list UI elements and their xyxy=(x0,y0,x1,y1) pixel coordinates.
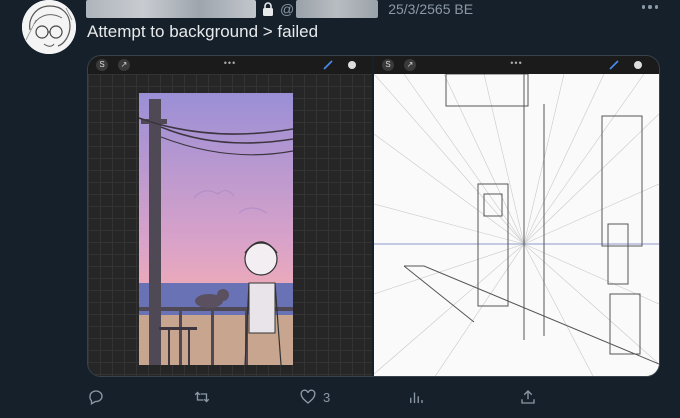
app-toolbar-right: S ↗ ••• xyxy=(374,56,659,74)
avatar-sketch-image xyxy=(22,0,76,54)
avatar[interactable] xyxy=(22,0,76,54)
cursor-icon: ↗ xyxy=(404,59,416,71)
analytics-icon xyxy=(410,392,423,403)
media-attachment[interactable]: S ↗ ••• S ↗ ••• xyxy=(87,55,660,377)
like-button[interactable]: 3 xyxy=(299,386,330,408)
gallery-icon: S xyxy=(382,59,394,71)
like-count: 3 xyxy=(323,389,331,405)
tweet-header: @ 25/3/2565 BE xyxy=(86,0,473,18)
tweet-text: Attempt to background > failed xyxy=(87,22,319,41)
smudge-icon xyxy=(634,61,642,69)
reply-button[interactable] xyxy=(87,386,111,408)
redacted-display-name[interactable] xyxy=(86,0,256,18)
share-button[interactable] xyxy=(519,386,537,408)
like-icon xyxy=(300,389,316,404)
smudge-icon xyxy=(348,61,356,69)
more-icon[interactable] xyxy=(640,0,660,14)
app-toolbar-left: S ↗ ••• xyxy=(88,56,372,74)
tweet-date[interactable]: 25/3/2565 BE xyxy=(388,1,473,17)
toolbar-dots: ••• xyxy=(223,58,237,68)
brush-icon xyxy=(323,60,333,70)
cursor-icon: ↗ xyxy=(118,59,130,71)
redacted-handle[interactable] xyxy=(296,0,379,18)
media-image-right[interactable]: S ↗ ••• xyxy=(374,56,659,376)
brush-icon xyxy=(609,60,619,70)
perspective-sketch-canvas xyxy=(374,74,659,376)
retweet-button[interactable] xyxy=(193,386,217,408)
toolbar-dots: ••• xyxy=(510,58,523,68)
tweet-actions: 3 xyxy=(87,386,547,408)
reply-icon xyxy=(89,390,103,405)
analytics-button[interactable] xyxy=(407,386,425,408)
media-image-left[interactable]: S ↗ ••• xyxy=(88,56,374,376)
handle-at-symbol: @ xyxy=(280,1,295,17)
gallery-icon: S xyxy=(96,59,108,71)
retweet-icon xyxy=(194,391,210,403)
share-icon xyxy=(521,390,535,404)
lock-icon xyxy=(263,2,273,16)
illustration-canvas xyxy=(139,93,293,365)
